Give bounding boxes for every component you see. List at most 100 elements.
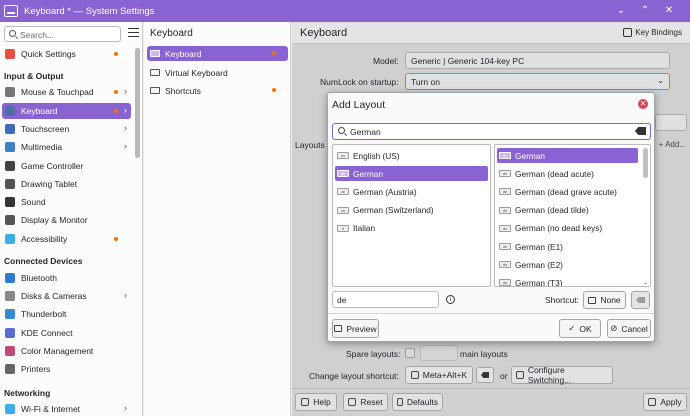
- defaults-button[interactable]: Defaults: [392, 393, 443, 411]
- hamburger-menu-icon[interactable]: [128, 28, 139, 37]
- monitor-icon: [5, 215, 15, 225]
- keyboard-flag-icon: de: [499, 224, 511, 232]
- add-layout-button[interactable]: + Add...: [659, 140, 686, 149]
- subpage-item-virtual-keyboard[interactable]: Virtual Keyboard: [147, 65, 288, 80]
- maximize-button[interactable]: ⌃: [638, 4, 652, 18]
- subpage-item-shortcuts[interactable]: Shortcuts: [147, 83, 288, 98]
- languages-row[interactable]: de German: [335, 166, 488, 182]
- languages-label: English (US): [353, 150, 400, 161]
- sidebar-item-kde-connect[interactable]: KDE Connect: [2, 325, 131, 341]
- cancel-button[interactable]: ⊘ Cancel: [607, 319, 651, 338]
- variant-name-input[interactable]: de: [332, 291, 439, 308]
- sidebar-item-bluetooth[interactable]: Bluetooth: [2, 270, 131, 286]
- subpage-header: Keyboard: [150, 28, 193, 39]
- dialog-shortcut-value: None: [600, 295, 621, 305]
- ok-button[interactable]: ✓ OK: [559, 319, 601, 338]
- sidebar-item-thunderbolt[interactable]: Thunderbolt: [2, 306, 131, 322]
- sidebar-item-printers[interactable]: Printers: [2, 361, 131, 377]
- sidebar-item-touchscreen[interactable]: Touchscreen ›: [2, 121, 131, 137]
- sidebar-item-label: Touchscreen: [21, 124, 70, 134]
- languages-row[interactable]: at German (Austria): [335, 184, 488, 199]
- notification-dot: [272, 88, 276, 92]
- sidebar-scrollbar[interactable]: [135, 48, 140, 158]
- sidebar-search-input[interactable]: Search...: [4, 26, 121, 42]
- window-title: Keyboard * — System Settings: [24, 5, 155, 17]
- sidebar-item-display-monitor[interactable]: Display & Monitor: [2, 212, 131, 228]
- wifi-icon: [5, 404, 15, 414]
- key-bindings-button[interactable]: Key Bindings: [623, 28, 682, 37]
- sidebar-item-disks-cameras[interactable]: Disks & Cameras ›: [2, 288, 131, 304]
- layouts-row[interactable]: de German (T3): [497, 275, 638, 286]
- configure-switching-button[interactable]: Configure Switching...: [511, 365, 613, 385]
- chevron-right-icon: ›: [124, 403, 127, 413]
- scroll-down-icon[interactable]: ⌄: [643, 279, 648, 286]
- layouts-label: German (dead acute): [515, 168, 594, 179]
- sidebar-item-keyboard[interactable]: Keyboard ›: [2, 103, 131, 119]
- layouts-row[interactable]: de German (dead grave acute): [497, 184, 638, 199]
- keyboard-flag-icon: de: [499, 170, 511, 178]
- language-list[interactable]: us English (US) de German at German (Austria)…: [332, 144, 491, 287]
- layout-shortcut-value: Meta+Alt+K: [422, 370, 468, 380]
- subpage-item-keyboard[interactable]: Keyboard: [147, 46, 288, 61]
- languages-row[interactable]: ch German (Switzerland): [335, 203, 488, 218]
- layout-search-input[interactable]: German: [332, 123, 651, 140]
- chevron-right-icon: ›: [124, 141, 127, 151]
- layout-shortcut-button[interactable]: Meta+Alt+K: [405, 366, 473, 384]
- layouts-row[interactable]: de German: [497, 148, 638, 163]
- bluetooth-icon: [5, 273, 15, 283]
- sidebar-item-accessibility[interactable]: Accessibility: [2, 231, 131, 247]
- minimize-button[interactable]: ⌄: [614, 4, 628, 18]
- advanced-combo[interactable]: [655, 114, 687, 131]
- close-dialog-icon[interactable]: ✕: [638, 99, 648, 109]
- reset-button[interactable]: Reset: [343, 393, 388, 411]
- sidebar-item-label: Disks & Cameras: [21, 291, 87, 301]
- layouts-row[interactable]: de German (no dead keys): [497, 221, 638, 236]
- key-bindings-icon: [623, 28, 633, 37]
- spare-layouts-spinbox[interactable]: [420, 345, 458, 361]
- sidebar-item-mouse-touchpad[interactable]: Mouse & Touchpad ›: [2, 84, 131, 100]
- sidebar-item-multimedia[interactable]: Multimedia ›: [2, 139, 131, 155]
- sidebar-item-game-controller[interactable]: Game Controller: [2, 158, 131, 174]
- sidebar-item-quick-settings[interactable]: Quick Settings: [2, 46, 131, 62]
- clear-search-icon[interactable]: [635, 127, 646, 135]
- info-icon[interactable]: i: [446, 295, 455, 304]
- languages-row[interactable]: us English (US): [335, 148, 488, 163]
- layout-list-scrollbar[interactable]: [643, 148, 648, 178]
- page-header: Keyboard Key Bindings: [292, 22, 690, 44]
- sidebar-item-drawing-tablet[interactable]: Drawing Tablet: [2, 176, 131, 192]
- layouts-row[interactable]: de German (E1): [497, 239, 638, 254]
- languages-row[interactable]: it Italian: [335, 221, 488, 236]
- numlock-combo[interactable]: Turn on ⌄: [405, 73, 670, 90]
- layout-variant-list[interactable]: de German de German (dead acute) de German (d…: [494, 144, 651, 287]
- close-window-button[interactable]: ✕: [662, 4, 676, 18]
- model-combo[interactable]: Generic | Generic 104-key PC: [405, 52, 670, 69]
- dialog-shortcut-button[interactable]: None: [583, 291, 626, 309]
- layouts-row[interactable]: de German (dead tilde): [497, 203, 638, 218]
- disks-icon: [5, 291, 15, 301]
- layouts-row[interactable]: de German (E2): [497, 257, 638, 272]
- apply-button[interactable]: Apply: [643, 393, 687, 411]
- spare-layouts-checkbox[interactable]: [405, 348, 415, 358]
- clear-shortcut-button[interactable]: [476, 367, 494, 383]
- preview-button[interactable]: Preview: [332, 319, 379, 338]
- dialog-clear-shortcut-button[interactable]: [631, 291, 650, 309]
- subpage-item-label: Shortcuts: [165, 85, 201, 96]
- layouts-row[interactable]: de German (dead acute): [497, 166, 638, 181]
- languages-label: Italian: [353, 223, 376, 234]
- help-button[interactable]: Help: [295, 393, 337, 411]
- keyboard-icon: [5, 106, 15, 116]
- sidebar-item-label: Sound: [21, 197, 46, 207]
- reset-icon: [348, 398, 357, 406]
- chevron-right-icon: ›: [124, 86, 127, 96]
- chevron-right-icon: ›: [124, 105, 127, 115]
- layouts-label: German: [515, 150, 545, 161]
- preview-label: Preview: [346, 323, 377, 334]
- page-title: Keyboard: [300, 27, 348, 39]
- sidebar-item-wi-fi-internet[interactable]: Wi-Fi & Internet ›: [2, 401, 131, 416]
- tab-layouts[interactable]: Layouts: [295, 140, 325, 150]
- subpage-item-label: Virtual Keyboard: [165, 67, 228, 78]
- color-management-icon: [5, 346, 15, 356]
- keyboard-subpage-list: Keyboard Keyboard Virtual Keyboard Shortcu…: [144, 22, 291, 416]
- sidebar-item-color-management[interactable]: Color Management: [2, 343, 131, 359]
- sidebar-item-sound[interactable]: Sound: [2, 194, 131, 210]
